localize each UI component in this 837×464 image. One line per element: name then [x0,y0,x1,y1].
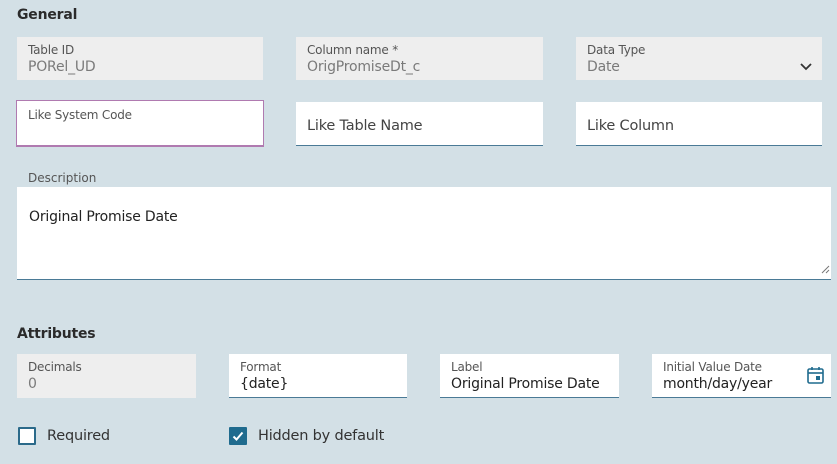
table-id-field: Table ID PORel_UD [17,37,263,80]
data-type-value: Date [587,59,620,75]
decimals-value: 0 [28,376,37,392]
format-input[interactable]: Format {date} [229,354,407,398]
resize-handle-icon[interactable] [821,259,830,278]
attributes-section-title: Attributes [17,326,96,342]
hidden-by-default-label: Hidden by default [258,428,385,444]
format-value: {date} [240,376,289,392]
like-column-input[interactable]: Like Column [576,102,822,146]
label-value: Original Promise Date [451,376,600,392]
data-type-label: Data Type [587,43,646,57]
like-column-placeholder: Like Column [587,118,674,134]
required-label: Required [47,428,110,444]
decimals-field: Decimals 0 [17,354,196,398]
like-table-name-input[interactable]: Like Table Name [296,102,543,146]
hidden-by-default-checkbox-row[interactable]: Hidden by default [229,427,384,445]
like-table-name-placeholder: Like Table Name [307,118,423,134]
required-checkbox[interactable] [18,427,36,445]
table-id-label: Table ID [28,43,75,57]
required-checkbox-row[interactable]: Required [18,427,110,445]
table-id-value: PORel_UD [28,59,96,75]
data-type-select[interactable]: Data Type Date [576,37,822,80]
like-system-code-label: Like System Code [28,108,132,122]
hidden-by-default-checkbox[interactable] [229,427,247,445]
general-section-title: General [17,7,78,23]
label-input[interactable]: Label Original Promise Date [440,354,619,398]
decimals-label: Decimals [28,360,82,374]
chevron-down-icon[interactable] [800,56,812,75]
initial-value-date-input[interactable]: Initial Value Date month/day/year [652,354,831,398]
label-label: Label [451,360,483,374]
checkmark-icon [232,431,244,441]
column-name-label: Column name * [307,43,399,57]
column-name-field: Column name * OrigPromiseDt_c [296,37,543,80]
format-label: Format [240,360,282,374]
description-value: Original Promise Date [29,209,178,225]
description-textarea[interactable]: Original Promise Date [17,187,831,280]
initial-value-date-value: month/day/year [663,376,773,392]
like-system-code-input[interactable]: Like System Code [16,100,264,147]
calendar-icon[interactable] [807,366,824,388]
column-name-value: OrigPromiseDt_c [307,59,421,75]
description-label: Description [28,171,97,185]
initial-value-date-label: Initial Value Date [663,360,762,374]
